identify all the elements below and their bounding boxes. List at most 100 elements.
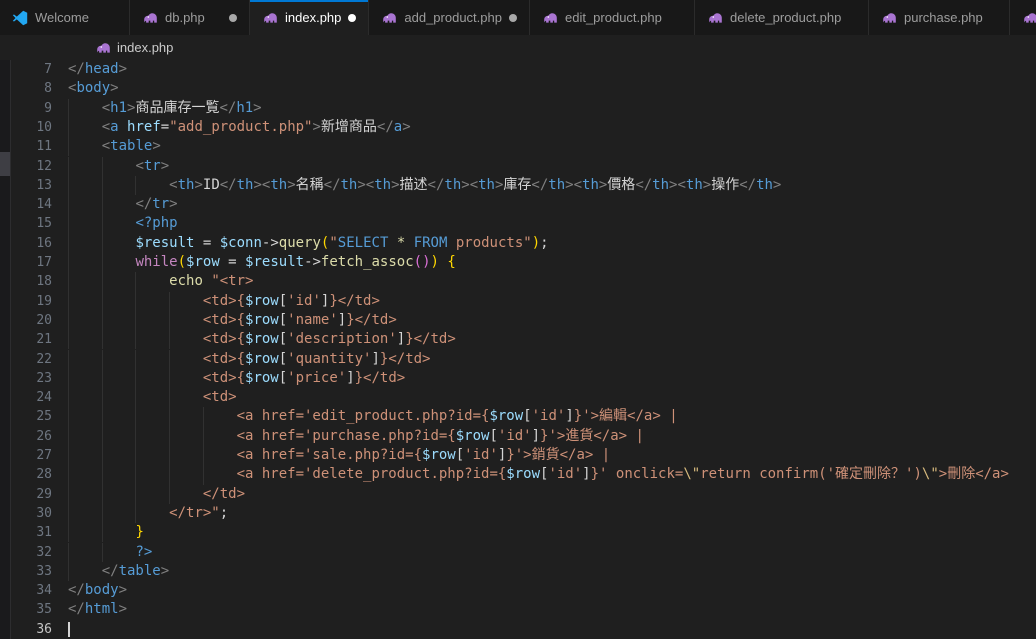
modified-dot[interactable] <box>509 14 517 22</box>
code-line-29[interactable]: 29 </td> <box>0 485 1036 504</box>
token: < <box>169 177 177 193</box>
token: </ <box>377 119 394 135</box>
code-line-19[interactable]: 19 <td>{$row['id']}</td> <box>0 292 1036 311</box>
token: ] <box>346 370 354 386</box>
indent-spaces <box>68 158 135 174</box>
tab-welcome[interactable]: Welcome <box>0 0 130 35</box>
token: th <box>270 177 287 193</box>
code-line-17[interactable]: 17 while($row = $result->fetch_assoc()) … <box>0 253 1036 272</box>
token: $row <box>186 254 220 270</box>
php-file-icon <box>707 10 723 26</box>
token: while <box>135 254 177 270</box>
token: <td>{ <box>203 293 245 309</box>
php-file-icon <box>95 40 111 56</box>
token: th <box>341 177 358 193</box>
token: $row <box>245 370 279 386</box>
code-line-31[interactable]: 31 } <box>0 523 1036 542</box>
code-line-23[interactable]: 23 <td>{$row['price']}</td> <box>0 369 1036 388</box>
code-text: </tr> <box>68 195 178 214</box>
modified-dot[interactable] <box>229 14 237 22</box>
modified-dot[interactable] <box>348 14 356 22</box>
code-line-16[interactable]: 16 $result = $conn->query("SELECT * FROM… <box>0 234 1036 253</box>
token: 'description' <box>287 331 397 347</box>
code-line-10[interactable]: 10 <a href="add_product.php">新增商品</a> <box>0 118 1036 137</box>
code-line-35[interactable]: 35</html> <box>0 600 1036 619</box>
left-scrollbar-thumb[interactable] <box>0 152 10 176</box>
code-line-21[interactable]: 21 <td>{$row['description']}</td> <box>0 330 1036 349</box>
token: [ <box>279 312 287 328</box>
left-scrollbar[interactable] <box>0 60 11 639</box>
code-line-18[interactable]: 18 echo "<tr> <box>0 272 1036 291</box>
tab-edit-product-php[interactable]: edit_product.php <box>530 0 695 35</box>
indent-spaces <box>68 215 135 231</box>
token: $row <box>245 351 279 367</box>
indent-spaces <box>68 119 102 135</box>
tab-add-product-php[interactable]: add_product.php <box>369 0 530 35</box>
token: }</td> <box>346 312 397 328</box>
token: html <box>85 601 119 617</box>
token: <a href='edit_product.php?id={ <box>237 408 490 424</box>
code-line-28[interactable]: 28 <a href='delete_product.php?id={$row[… <box>0 465 1036 484</box>
code-line-8[interactable]: 8<body> <box>0 79 1036 98</box>
code-line-25[interactable]: 25 <a href='edit_product.php?id={$row['i… <box>0 407 1036 426</box>
code-line-33[interactable]: 33 </table> <box>0 562 1036 581</box>
code-line-13[interactable]: 13 <th>ID</th><th>名稱</th><th>描述</th><th>… <box>0 176 1036 195</box>
token <box>119 119 127 135</box>
token: 'id' <box>548 466 582 482</box>
token: > <box>152 138 160 154</box>
token: FROM <box>414 235 448 251</box>
token: " <box>329 235 337 251</box>
token: </ <box>219 100 236 116</box>
token: th <box>756 177 773 193</box>
token: 'quantity' <box>287 351 371 367</box>
code-line-9[interactable]: 9 <h1>商品庫存一覧</h1> <box>0 99 1036 118</box>
code-text: ?> <box>68 543 152 562</box>
tab-delete-product-php[interactable]: delete_product.php <box>695 0 869 35</box>
token: <a href='sale.php?id={ <box>237 447 422 463</box>
code-line-34[interactable]: 34</body> <box>0 581 1036 600</box>
code-line-11[interactable]: 11 <table> <box>0 137 1036 156</box>
token: tr <box>144 158 161 174</box>
tab-index-php[interactable]: index.php <box>250 0 369 35</box>
code-line-30[interactable]: 30 </tr>"; <box>0 504 1036 523</box>
code-line-15[interactable]: 15 <?php <box>0 214 1036 233</box>
code-editor[interactable]: 7</head>8<body>9 <h1>商品庫存一覧</h1>10 <a hr… <box>0 60 1036 639</box>
breadcrumb-file[interactable]: index.php <box>117 40 173 55</box>
code-line-32[interactable]: 32 ?> <box>0 543 1036 562</box>
code-line-24[interactable]: 24 <td> <box>0 388 1036 407</box>
code-text: <td>{$row['quantity']}</td> <box>68 350 430 369</box>
token: echo <box>169 273 203 289</box>
tab-purchase-php[interactable]: purchase.php <box>869 0 1010 35</box>
code-line-27[interactable]: 27 <a href='sale.php?id={$row['id']}'>銷貨… <box>0 446 1036 465</box>
tab-label: edit_product.php <box>565 10 662 25</box>
token: [ <box>489 428 497 444</box>
code-line-7[interactable]: 7</head> <box>0 60 1036 79</box>
token: \" <box>683 466 700 482</box>
code-line-12[interactable]: 12 <tr> <box>0 157 1036 176</box>
code-text: </body> <box>68 581 127 600</box>
code-text: <td>{$row['name']}</td> <box>68 311 397 330</box>
token: < <box>102 138 110 154</box>
tab-label: add_product.php <box>404 10 502 25</box>
indent-spaces <box>68 563 102 579</box>
indent-spaces <box>68 524 135 540</box>
token: ?> <box>135 544 152 560</box>
token: 'id' <box>498 428 532 444</box>
token: </ <box>135 196 152 212</box>
token: $row <box>245 312 279 328</box>
code-text: <a href="add_product.php">新增商品</a> <box>68 118 411 137</box>
token: < <box>366 177 374 193</box>
code-line-14[interactable]: 14 </tr> <box>0 195 1036 214</box>
code-line-20[interactable]: 20 <td>{$row['name']}</td> <box>0 311 1036 330</box>
code-line-22[interactable]: 22 <td>{$row['quantity']}</td> <box>0 350 1036 369</box>
token: }'>編輯</a> | <box>574 408 678 424</box>
tab-db-php[interactable]: db.php <box>130 0 250 35</box>
tab-label: purchase.php <box>904 10 983 25</box>
code-line-36[interactable]: 36 <box>0 620 1036 639</box>
code-text: <td>{$row['price']}</td> <box>68 369 405 388</box>
indent-spaces <box>68 177 169 193</box>
token: * <box>397 235 405 251</box>
code-line-26[interactable]: 26 <a href='purchase.php?id={$row['id']}… <box>0 427 1036 446</box>
token: 新增商品 <box>321 119 377 135</box>
tab-s[interactable]: s <box>1010 0 1036 35</box>
